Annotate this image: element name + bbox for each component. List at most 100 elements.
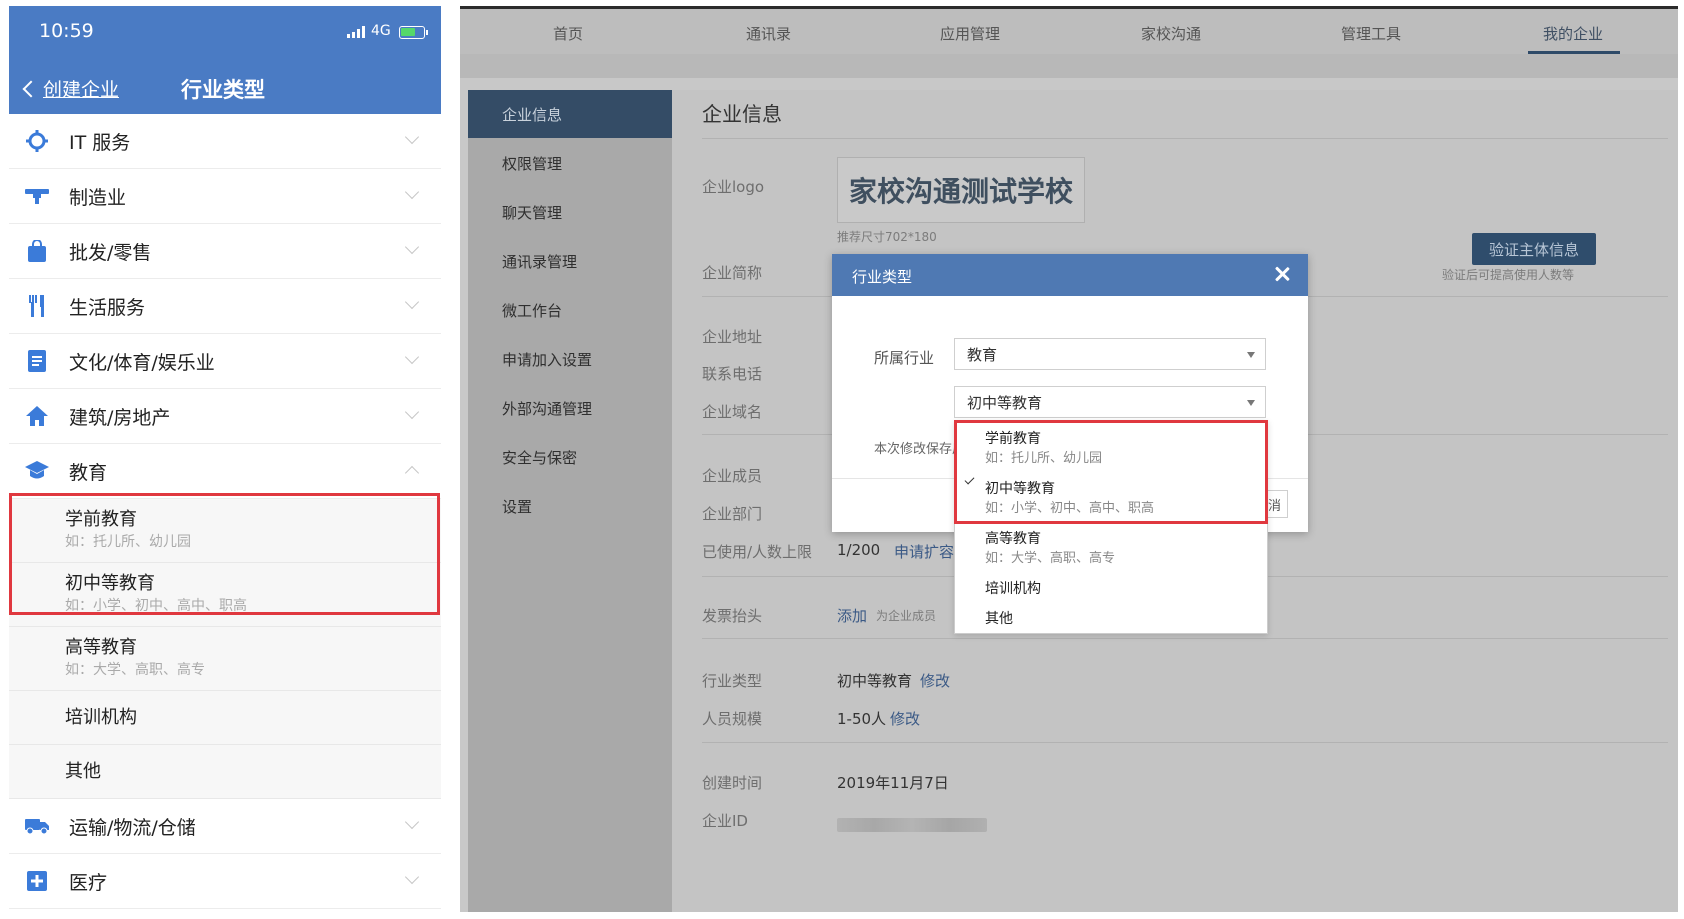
category-row-medical[interactable]: 医疗 [9, 854, 441, 909]
option-desc: 如：大学、高职、高专 [985, 551, 1116, 566]
category-row-retail[interactable]: 批发/零售 [9, 224, 441, 279]
chevron-left-icon [22, 80, 40, 97]
logo-hint: 推荐尺寸702*180 [837, 230, 937, 244]
industry-list: IT 服务 制造业 批发/零售 生活服务 文化/体育/娱乐业 建筑/房地产 教育… [9, 114, 441, 909]
logo-label: 企业logo [702, 178, 765, 196]
dropdown-option-higher-ed[interactable]: 高等教育 如：大学、高职、高专 [985, 529, 1115, 568]
sub-item-label: 学前教育 [65, 509, 137, 530]
option-desc: 如：小学、初中、高中、职高 [985, 501, 1155, 516]
option-label: 学前教育 [985, 431, 1041, 447]
size-edit-link[interactable]: 修改 [890, 708, 920, 729]
category-label: IT 服务 [69, 131, 131, 154]
tab-tools[interactable]: 管理工具 [1341, 23, 1401, 44]
sidebar-item-chat[interactable]: 聊天管理 [468, 188, 672, 236]
dropdown-option-k12[interactable]: 初中等教育 如：小学、初中、高中、职高 [985, 479, 1154, 518]
members-label: 企业成员 [702, 467, 763, 485]
sub-item-label: 培训机构 [65, 706, 137, 728]
sidebar-item-external[interactable]: 外部沟通管理 [468, 384, 672, 432]
page-title: 行业类型 [181, 78, 265, 102]
chevron-down-icon [404, 129, 420, 145]
category-row-life-services[interactable]: 生活服务 [9, 279, 441, 334]
sub-item-training[interactable]: 培训机构 [9, 691, 441, 745]
sub-item-desc: 如：大学、高职、高专 [65, 662, 205, 678]
status-time: 10:59 [39, 20, 94, 42]
back-label: 创建企业 [43, 79, 120, 101]
sub-item-k12[interactable]: 初中等教育 如：小学、初中、高中、职高 [9, 563, 441, 627]
industry-edit-link[interactable]: 修改 [920, 670, 950, 691]
nav-bar: 创建企业 行业类型 [9, 62, 441, 114]
verify-button[interactable]: 验证主体信息 [1472, 233, 1596, 265]
category-row-it[interactable]: IT 服务 [9, 114, 441, 169]
industry-select-value: 教育 [967, 345, 998, 364]
enterprise-logo[interactable]: 家校沟通测试学校 [837, 157, 1085, 223]
caret-down-icon [1247, 352, 1255, 358]
usage-value: 1/200 [837, 541, 881, 559]
option-desc: 如：托儿所、幼儿园 [985, 451, 1103, 466]
dropdown-option-other[interactable]: 其他 [985, 609, 1013, 629]
sidebar-item-contacts[interactable]: 通讯录管理 [468, 237, 672, 285]
truck-icon [25, 814, 49, 838]
close-icon[interactable] [1274, 266, 1290, 282]
size-label: 人员规模 [702, 710, 763, 728]
sub-band [460, 54, 1678, 78]
back-button[interactable]: 创建企业 [21, 75, 119, 102]
tab-apps[interactable]: 应用管理 [940, 23, 1000, 44]
expand-link[interactable]: 申请扩容 [894, 541, 954, 562]
category-label: 医疗 [69, 871, 108, 894]
verify-hint: 验证后可提高使用人数等 [1442, 268, 1575, 282]
document-icon [25, 349, 49, 373]
category-label: 教育 [69, 461, 108, 484]
network-label: 4G [371, 23, 391, 39]
sub-item-label: 初中等教育 [65, 573, 155, 594]
house-icon [25, 404, 49, 428]
tab-home-school[interactable]: 家校沟通 [1141, 23, 1201, 44]
sidebar-item-security[interactable]: 安全与保密 [468, 433, 672, 481]
address-label: 企业地址 [702, 328, 763, 346]
invoice-add-link[interactable]: 添加 [837, 605, 867, 626]
top-nav: 首页 通讯录 应用管理 家校沟通 管理工具 我的企业 [460, 6, 1678, 54]
category-label: 批发/零售 [69, 241, 152, 264]
industry-label: 行业类型 [702, 672, 763, 690]
sub-item-label: 高等教育 [65, 637, 137, 658]
sub-item-label: 其他 [65, 760, 101, 782]
departments-label: 企业部门 [702, 505, 763, 523]
chevron-down-icon [404, 869, 420, 885]
usage-label: 已使用/人数上限 [702, 543, 813, 561]
dropdown-option-training[interactable]: 培训机构 [985, 579, 1041, 599]
chevron-down-icon [404, 184, 420, 200]
sub-item-higher-ed[interactable]: 高等教育 如：大学、高职、高专 [9, 627, 441, 691]
divider [702, 138, 1668, 139]
industry-select[interactable]: 教育 [954, 338, 1266, 370]
created-value: 2019年11月7日 [837, 774, 949, 792]
divider [702, 742, 1668, 743]
sidebar-item-settings[interactable]: 设置 [468, 482, 672, 530]
shopping-bag-icon [25, 239, 49, 263]
category-row-construction[interactable]: 建筑/房地产 [9, 389, 441, 444]
category-label: 制造业 [69, 186, 127, 209]
category-row-culture[interactable]: 文化/体育/娱乐业 [9, 334, 441, 389]
option-label: 高等教育 [985, 531, 1041, 547]
tab-my-enterprise[interactable]: 我的企业 [1543, 23, 1603, 44]
invoice-label: 发票抬头 [702, 607, 763, 625]
tab-home[interactable]: 首页 [553, 23, 583, 44]
option-label: 其他 [985, 611, 1013, 627]
battery-icon [399, 26, 428, 39]
category-row-logistics[interactable]: 运输/物流/仓储 [9, 799, 441, 854]
option-label: 培训机构 [985, 581, 1041, 597]
sub-industry-select-value: 初中等教育 [967, 393, 1043, 412]
sub-item-preschool[interactable]: 学前教育 如：托儿所、幼儿园 [9, 499, 441, 563]
modal-note: 本次修改保存后 [874, 442, 966, 457]
sidebar-item-join-settings[interactable]: 申请加入设置 [468, 335, 672, 383]
sub-item-other[interactable]: 其他 [9, 745, 441, 799]
dropdown-option-preschool[interactable]: 学前教育 如：托儿所、幼儿园 [985, 429, 1102, 468]
sidebar-item-workbench[interactable]: 微工作台 [468, 286, 672, 334]
sub-industry-select[interactable]: 初中等教育 [954, 386, 1266, 418]
sidebar-item-permissions[interactable]: 权限管理 [468, 139, 672, 187]
chevron-down-icon [404, 814, 420, 830]
category-row-education[interactable]: 教育 [9, 444, 441, 499]
caret-down-icon [1247, 400, 1255, 406]
tab-contacts[interactable]: 通讯录 [746, 23, 791, 44]
sidebar-item-enterprise-info[interactable]: 企业信息 [468, 90, 672, 138]
category-row-manufacturing[interactable]: 制造业 [9, 169, 441, 224]
status-bar: 10:59 4G [9, 6, 441, 62]
